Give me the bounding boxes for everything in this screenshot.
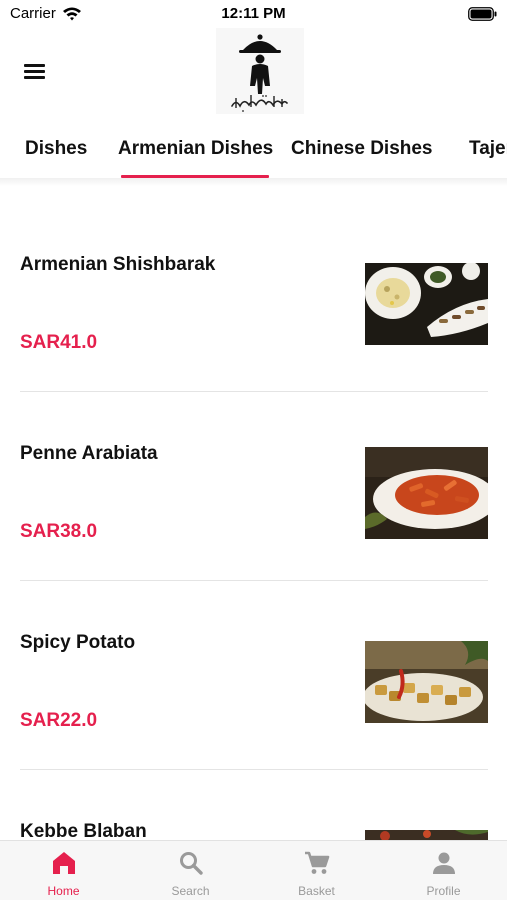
status-bar: Carrier 12:11 PM <box>0 0 507 28</box>
tab-chinese-dishes[interactable]: Chinese Dishes <box>291 138 433 160</box>
nav-home[interactable]: Home <box>0 841 127 900</box>
person-icon <box>432 852 455 874</box>
dish-item-penne-arabiata[interactable]: Penne Arabiata SAR38.0 <box>20 375 488 581</box>
tabs-shadow <box>0 178 507 186</box>
home-icon <box>52 852 75 874</box>
dish-list: Armenian Shishbarak SAR41.0 Penne Arabia… <box>0 186 507 840</box>
dish-name: Kebbe Blaban <box>20 821 147 840</box>
search-icon <box>179 852 203 875</box>
status-time: 12:11 PM <box>221 5 286 22</box>
nav-search[interactable]: Search <box>127 841 254 900</box>
battery-icon <box>468 7 497 21</box>
dish-item-kebbe-blaban[interactable]: Kebbe Blaban <box>20 753 488 840</box>
tab-tajer[interactable]: Tajer <box>469 138 507 160</box>
dish-item-spicy-potato[interactable]: Spicy Potato SAR22.0 <box>20 564 488 770</box>
dish-image <box>365 447 488 539</box>
dish-item-armenian-shishbarak[interactable]: Armenian Shishbarak SAR41.0 <box>20 186 488 392</box>
nav-basket[interactable]: Basket <box>253 841 380 900</box>
dish-image <box>365 830 488 840</box>
cart-icon <box>304 851 329 874</box>
app-screen: Carrier 12:11 PM Dishes Armenian Dishes … <box>0 0 507 900</box>
tab-armenian-dishes[interactable]: Armenian Dishes <box>118 138 273 160</box>
dish-image <box>365 263 488 345</box>
nav-label: Search <box>171 884 210 898</box>
dish-price: SAR22.0 <box>20 710 98 731</box>
nav-label: Profile <box>426 884 461 898</box>
dish-name: Armenian Shishbarak <box>20 254 216 275</box>
tab-dishes[interactable]: Dishes <box>25 138 87 160</box>
dish-price: SAR38.0 <box>20 521 98 542</box>
nav-label: Home <box>47 884 80 898</box>
nav-label: Basket <box>298 884 335 898</box>
dish-image <box>365 641 488 723</box>
bottom-navigation: Home Search Basket Profile <box>0 840 507 900</box>
category-tabs: Dishes Armenian Dishes Chinese Dishes Ta… <box>0 124 507 180</box>
restaurant-logo <box>216 28 304 114</box>
menu-button[interactable] <box>22 60 50 82</box>
dish-name: Spicy Potato <box>20 632 136 653</box>
dish-name: Penne Arabiata <box>20 443 158 464</box>
dish-price: SAR41.0 <box>20 332 98 353</box>
nav-profile[interactable]: Profile <box>380 841 507 900</box>
